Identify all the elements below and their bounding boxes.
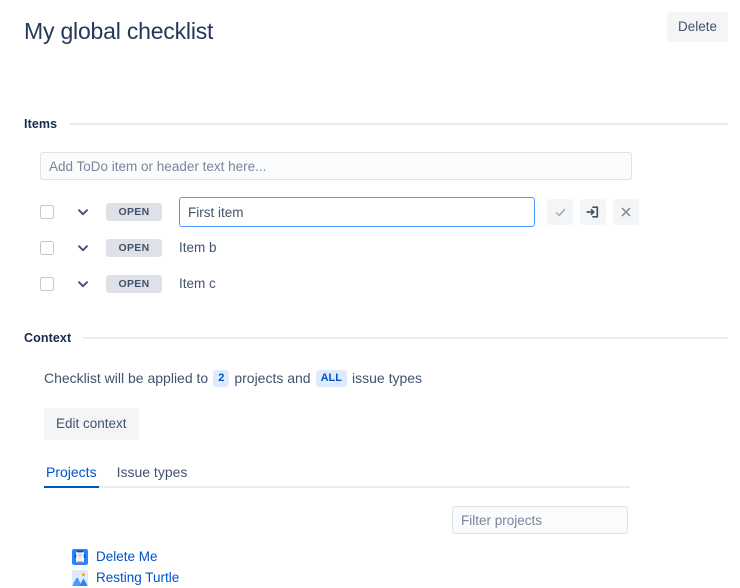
confirm-button[interactable]	[547, 199, 573, 225]
context-suffix-text: issue types	[352, 368, 422, 388]
status-badge: OPEN	[106, 203, 162, 221]
item-checkbox[interactable]	[40, 277, 54, 291]
cancel-button[interactable]	[613, 199, 639, 225]
item-label: Item c	[179, 275, 216, 293]
convert-to-issue-icon	[586, 205, 600, 219]
check-icon	[554, 206, 567, 219]
tab-issue-types[interactable]: Issue types	[115, 463, 190, 488]
projects-count-badge: 2	[213, 370, 229, 387]
filter-projects-input[interactable]	[452, 506, 628, 534]
chevron-down-icon[interactable]	[74, 203, 92, 221]
context-tabs: Projects Issue types	[44, 460, 728, 488]
add-item-input[interactable]	[40, 152, 632, 180]
filter-row	[44, 506, 628, 534]
page-header: My global checklist Delete	[0, 0, 740, 46]
issue-types-count-badge: ALL	[316, 370, 347, 387]
chevron-down-icon[interactable]	[74, 239, 92, 257]
table-row[interactable]: OPEN	[0, 194, 740, 230]
items-section-label: Items	[24, 117, 57, 131]
context-description: Checklist will be applied to 2 projects …	[44, 368, 740, 388]
add-item-container	[40, 152, 632, 180]
item-checkbox[interactable]	[40, 241, 54, 255]
context-section-label: Context	[24, 331, 71, 345]
context-middle-text: projects and	[234, 368, 310, 388]
edit-context-button[interactable]: Edit context	[44, 408, 139, 440]
project-link[interactable]: Resting Turtle	[96, 569, 179, 587]
list-item[interactable]: Delete Me	[72, 546, 740, 567]
project-link[interactable]: Delete Me	[96, 548, 158, 566]
section-divider	[69, 123, 728, 125]
table-row[interactable]: OPEN Item c	[0, 266, 740, 302]
context-prefix-text: Checklist will be applied to	[44, 368, 208, 388]
page-title: My global checklist	[24, 12, 213, 46]
chevron-down-icon[interactable]	[74, 275, 92, 293]
delete-button[interactable]: Delete	[667, 12, 728, 42]
table-row[interactable]: OPEN Item b	[0, 230, 740, 266]
project-list: Delete Me Resting Turtle	[72, 546, 740, 588]
item-label: Item b	[179, 239, 217, 257]
person-avatar-icon	[72, 549, 88, 565]
item-checkbox[interactable]	[40, 205, 54, 219]
section-divider	[83, 337, 728, 339]
row-actions	[547, 199, 639, 225]
status-badge: OPEN	[106, 275, 162, 293]
items-list: OPEN	[0, 194, 740, 302]
status-badge: OPEN	[106, 239, 162, 257]
mountain-image-icon	[72, 570, 88, 586]
context-section-header: Context	[24, 328, 728, 348]
convert-to-issue-button[interactable]	[580, 199, 606, 225]
close-icon	[620, 206, 632, 218]
item-text-input[interactable]	[179, 197, 535, 227]
tab-projects[interactable]: Projects	[44, 463, 99, 488]
list-item[interactable]: Resting Turtle	[72, 567, 740, 588]
items-section-header: Items	[24, 114, 728, 134]
